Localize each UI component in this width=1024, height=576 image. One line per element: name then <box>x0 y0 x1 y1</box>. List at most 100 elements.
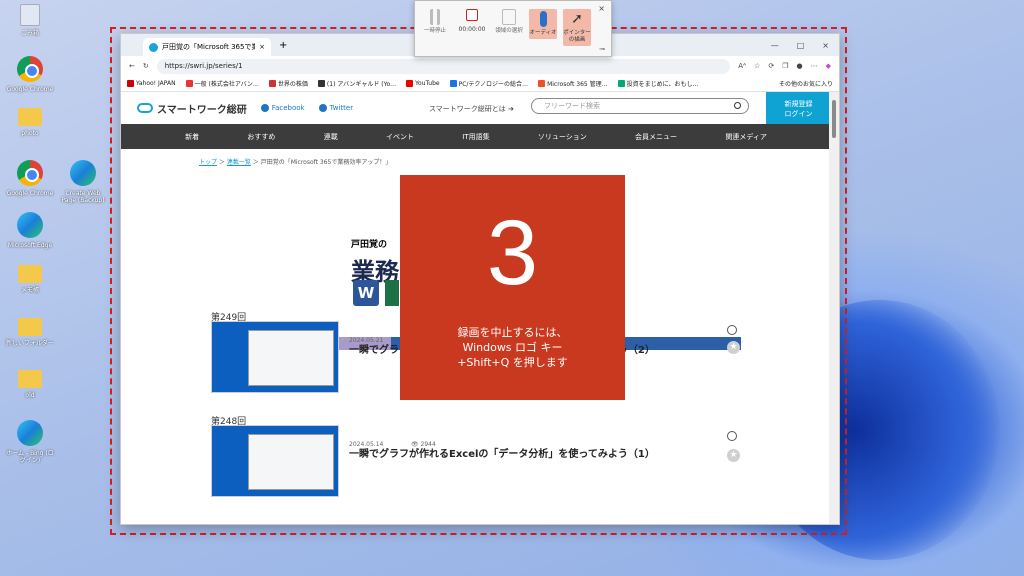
desktop-icon-label: old <box>25 392 35 399</box>
cloud-logo-icon <box>137 103 153 113</box>
bookmark-star-icon[interactable]: ★ <box>727 449 740 462</box>
pause-label: 一時停止 <box>423 28 446 34</box>
other-bookmarks[interactable]: その他のお気に入り <box>779 79 833 88</box>
breadcrumb: トップ ＞ 連載一覧 ＞ 戸田覚の「Microsoft 365で業務効率アップ！… <box>199 159 392 166</box>
bookmark-item[interactable]: Microsoft 365 管理… <box>538 79 608 88</box>
countdown-message: 録画を中止するには、 Windows ロゴ キー +Shift+Q を押します <box>400 325 625 370</box>
folder-icon <box>18 370 42 388</box>
facebook-link[interactable]: Facebook <box>260 104 305 112</box>
bookmark-label: 世界の株価 <box>277 81 308 88</box>
countdown-msg-line1: 録画を中止するには、 <box>457 326 568 339</box>
nav-item[interactable]: ソリューション <box>538 132 587 142</box>
site-search-input[interactable]: フリーワード検索 <box>531 98 749 114</box>
desktop-icon-folder[interactable]: 新しいフォルダー <box>5 318 55 347</box>
nav-item[interactable]: 連載 <box>324 132 338 142</box>
about-link[interactable]: スマートワーク総研とは ➔ <box>429 104 514 114</box>
desktop-icon-label: photo <box>21 130 39 137</box>
minimize-button[interactable]: — <box>771 41 779 50</box>
site-favicon-icon <box>149 42 158 52</box>
nav-item[interactable]: おすすめ <box>247 132 275 142</box>
countdown-msg-line2: Windows ロゴ キー <box>462 341 563 354</box>
pin-icon[interactable]: ⊸ <box>599 45 605 53</box>
pause-button[interactable]: 一時停止 <box>421 9 449 35</box>
crumb-top[interactable]: トップ <box>199 159 217 166</box>
region-button[interactable]: 領域の選択 <box>495 9 523 35</box>
url-field[interactable]: https://swri.jp/series/1 <box>156 58 731 74</box>
extensions-icon[interactable]: ⟳ <box>768 62 774 70</box>
search-placeholder: フリーワード検索 <box>544 102 600 110</box>
bookmark-label: PC/テクノロジーの総合… <box>458 81 529 88</box>
close-window-button[interactable]: × <box>822 41 829 50</box>
facebook-icon <box>260 104 269 112</box>
nav-item[interactable]: IT用語集 <box>462 132 489 142</box>
bookmark-item[interactable]: YouTube <box>406 80 440 87</box>
back-icon[interactable]: ← <box>129 62 135 70</box>
desktop-icon-folder[interactable]: old <box>5 370 55 399</box>
more-icon[interactable]: ⋯ <box>811 62 818 70</box>
nav-item[interactable]: 新着 <box>185 132 199 142</box>
zoom-in-icon[interactable] <box>727 431 737 441</box>
desktop-icon-label: ホーム - Bing (ログイン) <box>6 450 54 464</box>
bookmark-item[interactable]: 投資をまじめに、おもし… <box>617 79 698 88</box>
site-logo-text: スマートワーク総研 <box>157 104 247 116</box>
bookmark-item[interactable]: 一般 (株式会社アバン… <box>185 79 259 88</box>
register-label: 新規登録 <box>784 100 813 108</box>
recorder-toolbar: 一時停止 00:00:00 領域の選択 オーディオ ➚ ポインターの描画 × ⊸ <box>414 0 612 57</box>
twitter-link[interactable]: Twitter <box>318 104 354 112</box>
twitter-label: Twitter <box>329 104 354 112</box>
maximize-button[interactable]: □ <box>797 41 805 50</box>
desktop-icon-folder[interactable]: photo <box>5 108 55 137</box>
desktop-icon-label: 新しいフォルダー <box>5 340 54 347</box>
bookmark-item[interactable]: (1) アバンギャルド (Yo… <box>317 79 396 88</box>
timer-text: 00:00:00 <box>458 26 486 33</box>
bookmark-label: Yahoo! JAPAN <box>136 80 176 87</box>
article-title[interactable]: 一瞬でグラフが作れるExcelの「データ分析」を使ってみよう（1） <box>349 445 655 460</box>
desktop-icon-recycle[interactable]: ごみ箱 <box>5 4 55 37</box>
nav-item[interactable]: イベント <box>386 132 414 142</box>
read-aloud-icon[interactable]: Aᴬ <box>738 62 746 70</box>
bookmark-item[interactable]: PC/テクノロジーの総合… <box>449 79 529 88</box>
collections-icon[interactable]: ❐ <box>782 62 788 70</box>
desktop-icon-folder[interactable]: メモ帳 <box>5 265 55 294</box>
audio-toggle[interactable]: オーディオ <box>529 9 557 39</box>
desktop-icon-edge[interactable]: Create Web Page (Backup) <box>58 160 108 204</box>
search-icon[interactable] <box>734 102 741 109</box>
desktop-icon-edge[interactable]: ホーム - Bing (ログイン) <box>5 420 55 464</box>
register-login-button[interactable]: 新規登録 ログイン <box>766 92 831 124</box>
refresh-icon[interactable]: ↻ <box>143 62 149 70</box>
tab-active[interactable]: 戸田覚の「Microsoft 365で業務効率 × <box>143 38 271 56</box>
bookmark-star-icon[interactable]: ★ <box>727 341 740 354</box>
bookmark-item[interactable]: 世界の株価 <box>268 79 308 88</box>
bookmark-favicon-icon <box>617 80 625 87</box>
profile-icon[interactable]: ● <box>797 62 803 70</box>
nav-item[interactable]: 関連メディア <box>725 132 767 142</box>
desktop-icon-edge[interactable]: Microsoft Edge <box>5 212 55 249</box>
desktop-icon-chrome[interactable]: Google Chrome <box>5 160 55 197</box>
site-nav: 新着 おすすめ 連載 イベント IT用語集 ソリューション 会員メニュー 関連メディア <box>121 124 831 149</box>
stop-button[interactable]: 00:00:00 <box>455 9 489 33</box>
new-tab-button[interactable]: + <box>279 40 287 51</box>
site-logo[interactable]: スマートワーク総研 <box>137 101 247 116</box>
twitter-icon <box>318 104 327 112</box>
favorite-star-icon[interactable]: ☆ <box>754 62 760 70</box>
scrollbar-thumb[interactable] <box>832 100 836 138</box>
crumb-series[interactable]: 連載一覧 <box>227 159 251 166</box>
edge-icon <box>17 212 43 238</box>
countdown-number: 3 <box>486 202 539 304</box>
close-icon[interactable]: × <box>598 4 605 13</box>
bookmark-item[interactable]: Yahoo! JAPAN <box>127 80 176 87</box>
thumbnail-screenshot <box>248 434 334 490</box>
article-thumbnail[interactable] <box>211 425 339 497</box>
bookmark-favicon-icon <box>268 80 276 87</box>
article-thumbnail[interactable] <box>211 321 339 393</box>
nav-item[interactable]: 会員メニュー <box>635 132 677 142</box>
chrome-icon <box>17 56 43 82</box>
desktop-icon-chrome[interactable]: Google Chrome <box>5 56 55 93</box>
scrollbar[interactable] <box>829 92 839 524</box>
pointer-toggle[interactable]: ➚ ポインターの描画 <box>563 9 591 46</box>
tab-close-icon[interactable]: × <box>259 43 265 51</box>
copilot-icon[interactable]: ◆ <box>826 62 831 70</box>
bookmarks-bar: Yahoo! JAPAN 一般 (株式会社アバン… 世界の株価 (1) アバンギャルド… <box>121 76 839 92</box>
audio-label: オーディオ <box>529 30 557 36</box>
zoom-in-icon[interactable] <box>727 325 737 335</box>
